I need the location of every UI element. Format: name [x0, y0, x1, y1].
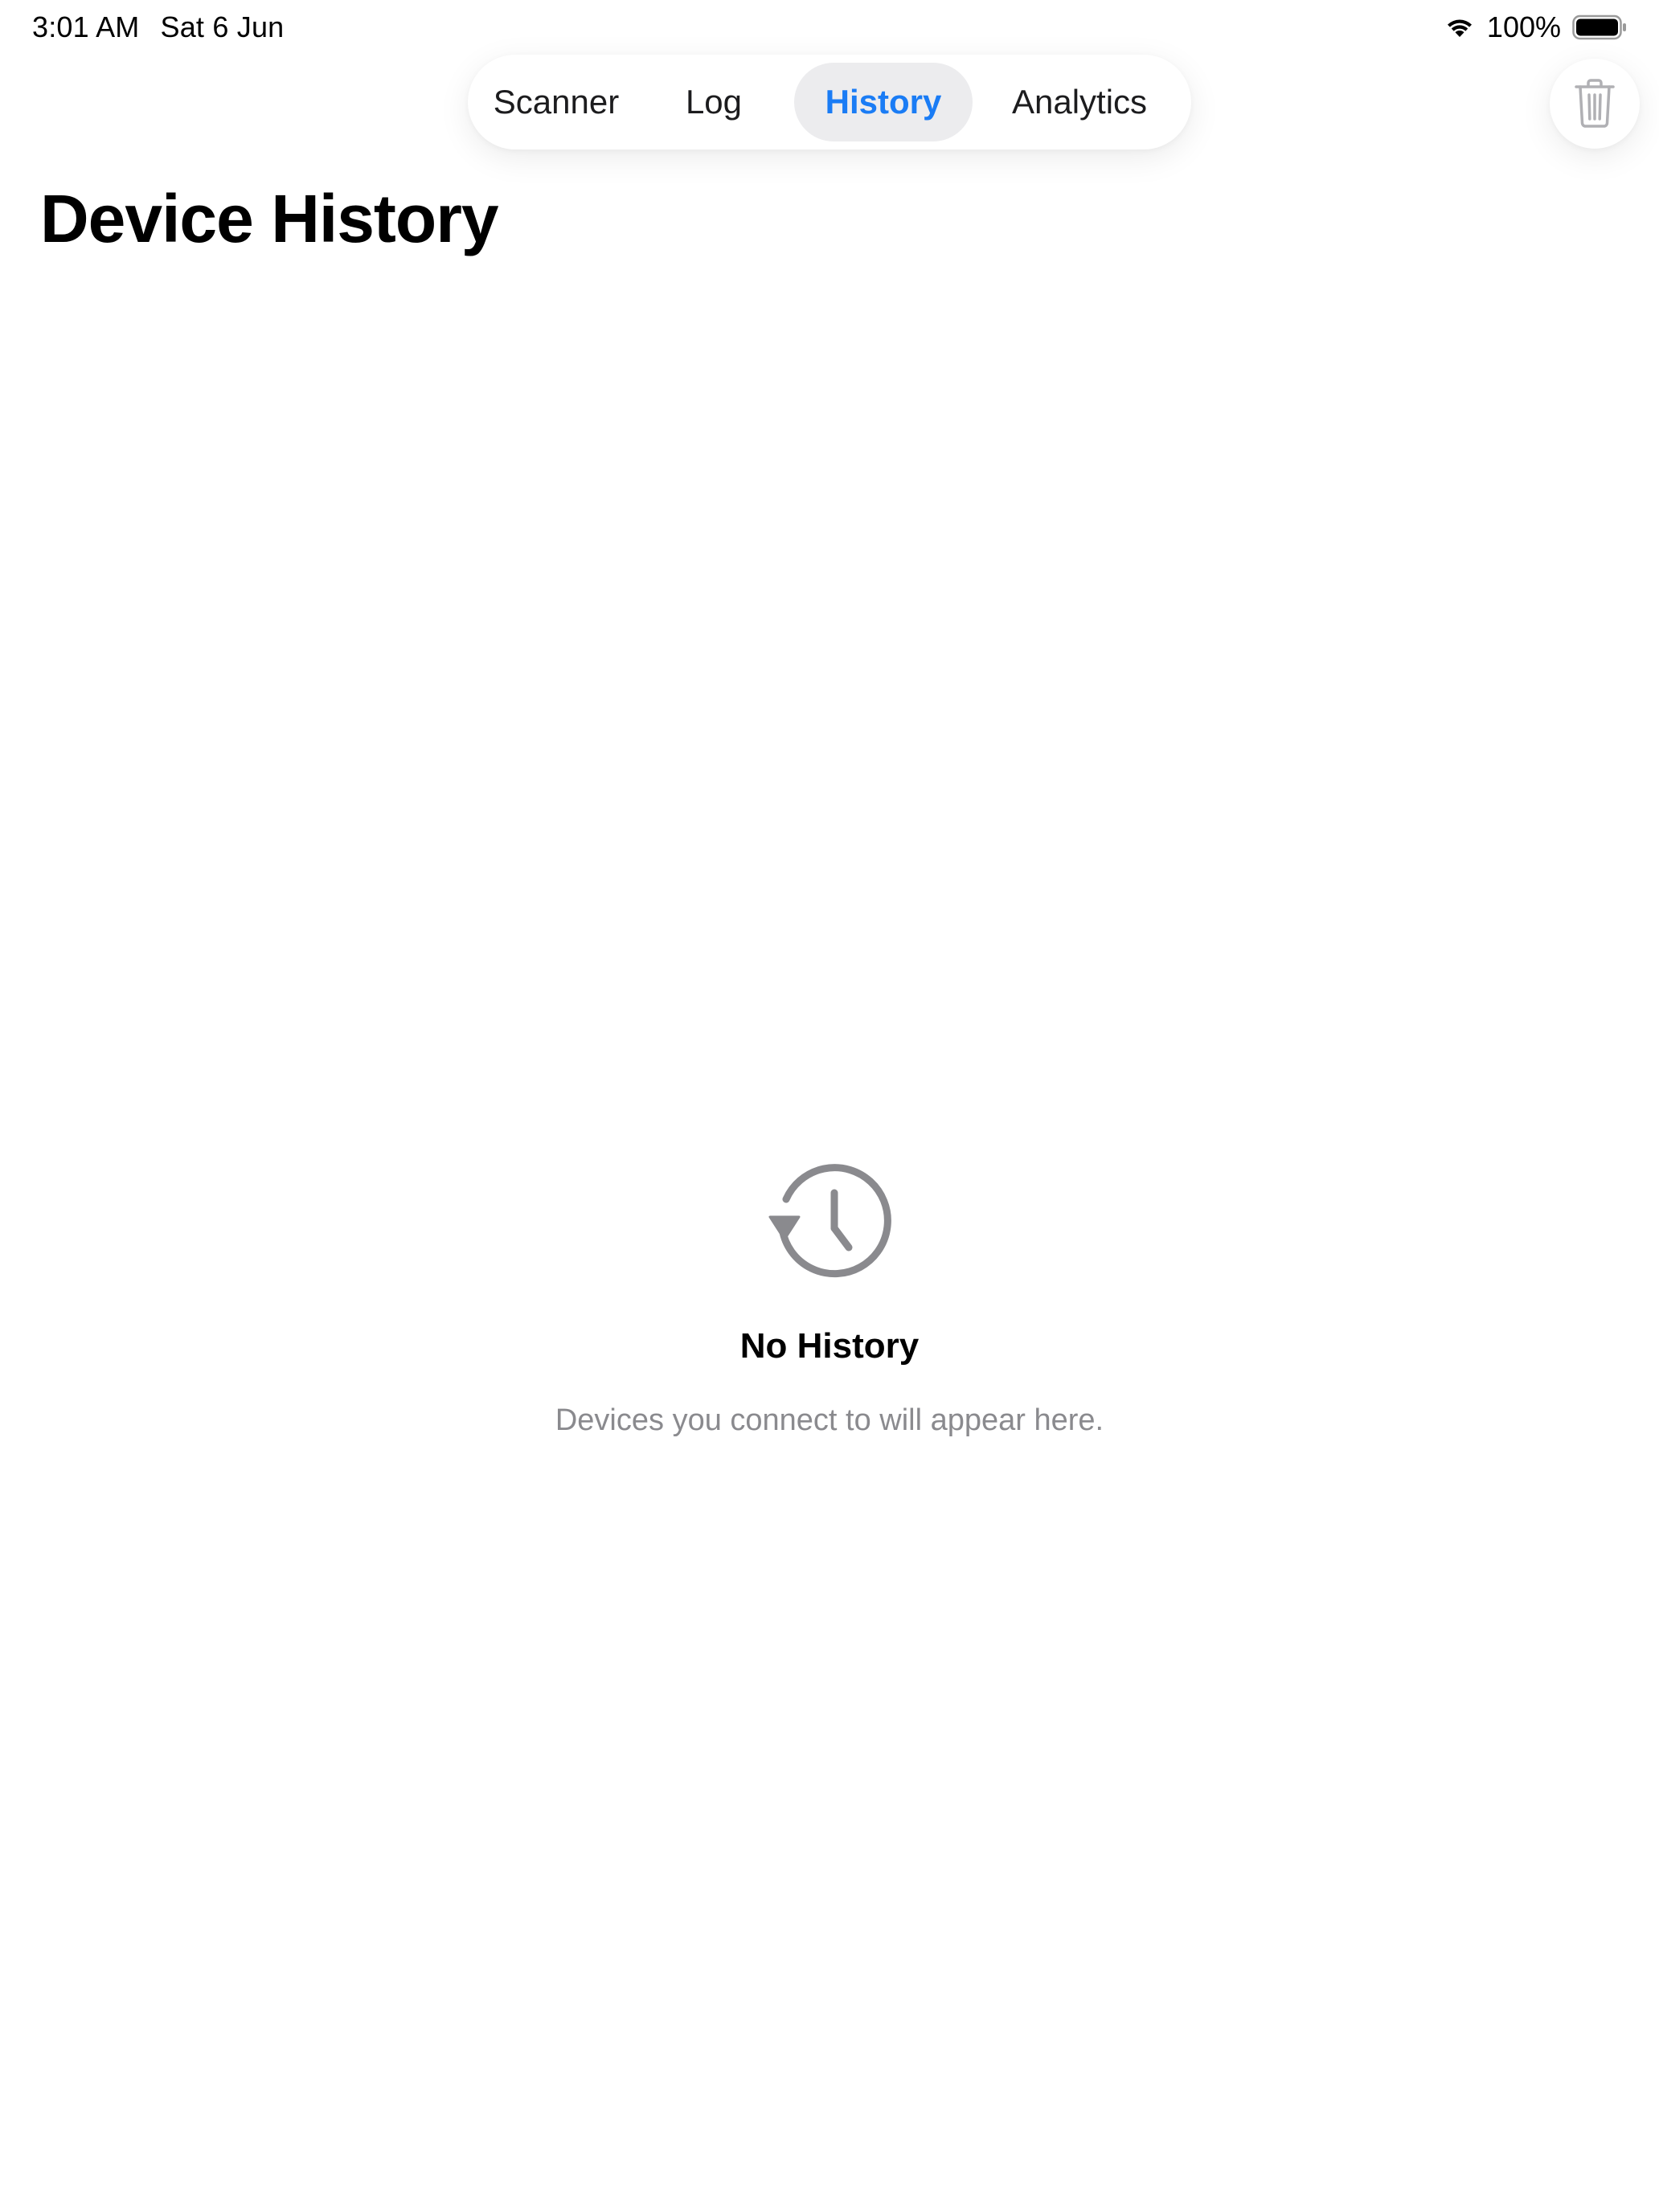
- empty-state-subtitle: Devices you connect to will appear here.: [555, 1403, 1104, 1437]
- wifi-icon: [1447, 19, 1472, 37]
- status-bar: 3:01 AM Sat 6 Jun 100%: [0, 0, 1659, 56]
- status-date: Sat 6 Jun: [160, 10, 285, 43]
- trash-icon: [1575, 79, 1615, 128]
- status-indicators: 100%: [1444, 10, 1627, 45]
- clock-history-icon: [768, 1164, 891, 1278]
- status-time: 3:01 AM: [32, 10, 140, 43]
- empty-state-title: No History: [739, 1326, 920, 1366]
- clear-history-button[interactable]: [1550, 59, 1640, 149]
- tab-analytics[interactable]: Analytics: [990, 63, 1169, 141]
- tab-log[interactable]: Log: [674, 63, 754, 141]
- tab-scanner[interactable]: Scanner: [492, 63, 621, 141]
- tab-history[interactable]: History: [794, 63, 973, 141]
- battery-percent: 100%: [1486, 10, 1561, 43]
- page-title: Device History: [40, 181, 499, 256]
- tab-bar: Scanner Log History Analytics: [468, 55, 1191, 150]
- empty-state: No History Devices you connect to will a…: [0, 1164, 1659, 1439]
- status-time-date: 3:01 AM Sat 6 Jun: [32, 10, 284, 45]
- battery-full-icon: [1572, 14, 1626, 40]
